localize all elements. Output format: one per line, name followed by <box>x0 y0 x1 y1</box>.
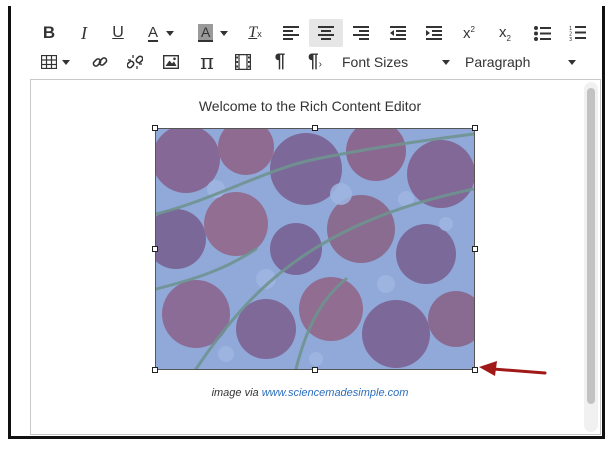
table-button[interactable] <box>38 48 74 76</box>
resize-handle-middle-right[interactable] <box>472 246 478 252</box>
subscript-icon: x2 <box>499 24 511 43</box>
resize-handle-bottom-center[interactable] <box>312 367 318 373</box>
align-center-icon <box>318 26 334 40</box>
bold-icon: B <box>42 23 56 42</box>
caption-link[interactable]: www.sciencemadesimple.com <box>262 387 409 399</box>
bullet-list-button[interactable] <box>530 19 554 47</box>
link-button[interactable] <box>88 48 112 76</box>
annotation-arrow-icon <box>479 361 547 376</box>
caption-prefix: image via <box>211 387 262 399</box>
subscript-button[interactable]: x2 <box>493 19 517 47</box>
paragraph-label: Paragraph <box>465 54 531 70</box>
table-icon <box>41 55 57 69</box>
resize-handle-top-right[interactable] <box>472 125 478 131</box>
resize-handle-middle-left[interactable] <box>152 246 158 252</box>
numbered-list-icon: 1 2 3 <box>569 26 586 41</box>
align-right-button[interactable] <box>349 19 373 47</box>
paragraph-rtl-icon: ¶› <box>308 51 322 73</box>
italic-button[interactable]: I <box>73 19 95 47</box>
pilcrow-ltr: ¶ <box>274 51 286 72</box>
chevron-down-icon <box>166 30 175 36</box>
indent-button[interactable] <box>422 19 446 47</box>
pi-icon: π <box>200 50 214 74</box>
align-center-button[interactable] <box>309 19 343 47</box>
background-color-icon: A <box>198 24 214 42</box>
paragraph-ltr-icon: ¶ <box>275 51 286 73</box>
ltr-button[interactable]: ¶ <box>268 48 292 76</box>
indent-icon <box>426 26 442 40</box>
math-button[interactable]: π <box>195 48 219 76</box>
unlink-icon <box>127 55 143 69</box>
align-left-button[interactable] <box>279 19 303 47</box>
chevron-down-icon <box>568 60 576 65</box>
underline-icon: U <box>112 24 124 41</box>
clear-formatting-icon: Tx <box>248 24 261 42</box>
image-button[interactable] <box>159 48 183 76</box>
text-color-icon: A <box>148 23 159 42</box>
vertical-scrollbar[interactable] <box>584 82 598 432</box>
image-icon <box>163 55 179 69</box>
editor-window: B I U A A Tx x2 x2 1 2 3 π ¶ ¶› Font Siz… <box>8 6 605 439</box>
pilcrow-rtl: ¶ <box>308 51 319 72</box>
media-button[interactable] <box>231 48 255 76</box>
clear-formatting-sub: x <box>257 29 262 39</box>
film-icon <box>235 54 251 70</box>
toolbar-row-2: π ¶ ¶› Font Sizes Paragraph <box>11 48 602 76</box>
background-color-button[interactable]: A <box>194 19 234 47</box>
align-left-icon <box>283 26 299 40</box>
superscript-letter: x <box>463 24 471 42</box>
superscript-mark: 2 <box>470 24 475 34</box>
numbered-list-button[interactable]: 1 2 3 <box>565 19 589 47</box>
chevron-down-icon <box>220 30 229 36</box>
align-right-icon <box>353 26 369 40</box>
image-caption: image via www.sciencemadesimple.com <box>31 387 589 399</box>
toolbar-row-1: B I U A A Tx x2 x2 1 2 3 <box>11 19 602 47</box>
italic-icon: I <box>81 22 87 43</box>
superscript-button[interactable]: x2 <box>457 19 481 47</box>
resize-handle-top-left[interactable] <box>152 125 158 131</box>
unlink-button[interactable] <box>123 48 147 76</box>
resize-handle-top-center[interactable] <box>312 125 318 131</box>
rtl-marker: › <box>318 59 322 70</box>
subscript-letter: x <box>499 23 507 41</box>
content-image[interactable] <box>155 128 475 370</box>
scrollbar-thumb[interactable] <box>587 88 595 404</box>
superscript-icon: x2 <box>463 25 475 42</box>
chevron-down-icon <box>62 59 70 65</box>
svg-text:3: 3 <box>569 37 572 41</box>
clear-formatting-letter: T <box>248 24 258 41</box>
resize-handle-bottom-left[interactable] <box>152 367 158 373</box>
text-color-letter: A <box>148 23 159 41</box>
maple-leaves-image <box>156 129 474 369</box>
bold-button[interactable]: B <box>38 19 60 47</box>
font-sizes-label: Font Sizes <box>342 54 409 70</box>
outdent-icon <box>390 26 406 40</box>
outdent-button[interactable] <box>386 19 410 47</box>
clear-formatting-button[interactable]: Tx <box>243 19 267 47</box>
subscript-mark: 2 <box>506 33 511 43</box>
bullet-list-icon <box>533 25 551 41</box>
editor-heading: Welcome to the Rich Content Editor <box>198 98 422 114</box>
chevron-down-icon <box>442 60 450 65</box>
rtl-button[interactable]: ¶› <box>303 48 327 76</box>
resize-handle-bottom-right[interactable] <box>472 367 478 373</box>
link-icon <box>92 57 108 67</box>
underline-button[interactable]: U <box>107 19 129 47</box>
editor-content-area[interactable]: Welcome to the Rich Content Editor image… <box>30 79 601 435</box>
font-sizes-dropdown[interactable]: Font Sizes <box>342 48 452 76</box>
background-color-letter: A <box>201 24 211 40</box>
text-color-button[interactable]: A <box>144 19 182 47</box>
paragraph-dropdown[interactable]: Paragraph <box>465 48 578 76</box>
